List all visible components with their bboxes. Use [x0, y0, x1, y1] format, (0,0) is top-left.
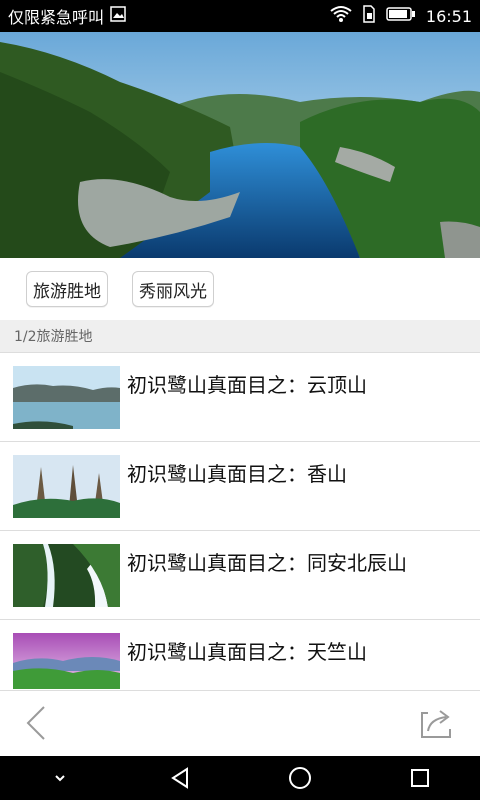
tab-label: 秀丽风光 [139, 281, 207, 302]
back-arrow-icon[interactable] [18, 703, 58, 743]
section-header: 1/2旅游胜地 [0, 320, 480, 352]
wifi-icon [330, 5, 352, 27]
attractions-list: 初识鹭山真面目之：云顶山 初识鹭山真面目之：香山 初识鹭山真面目之：同安北辰山 … [0, 352, 480, 689]
thumbnail-image [13, 366, 120, 429]
hero-image [0, 32, 480, 258]
thumbnail-image [13, 544, 120, 607]
thumbnail-image [13, 455, 120, 518]
list-item-title: 初识鹭山真面目之：天竺山 [127, 640, 367, 664]
recent-square-icon[interactable] [400, 758, 440, 798]
status-right: 16:51 [330, 5, 472, 27]
section-header-text: 1/2旅游胜地 [14, 329, 93, 345]
tab-scenery[interactable]: 秀丽风光 [132, 271, 214, 307]
list-item-title: 初识鹭山真面目之：香山 [127, 462, 347, 486]
list-item-title: 初识鹭山真面目之：云顶山 [127, 373, 367, 397]
list-item[interactable]: 初识鹭山真面目之：云顶山 [0, 352, 480, 441]
list-item[interactable]: 初识鹭山真面目之：天竺山 [0, 619, 480, 689]
home-circle-icon[interactable] [280, 758, 320, 798]
status-left: 仅限紧急呼叫 [8, 4, 126, 28]
photo-icon [110, 6, 126, 26]
thumbnail-image [13, 633, 120, 689]
system-navigation-bar [0, 756, 480, 800]
status-time: 16:51 [425, 6, 472, 26]
tab-travel-spots[interactable]: 旅游胜地 [26, 271, 108, 307]
battery-icon [386, 6, 416, 26]
emergency-call-text: 仅限紧急呼叫 [8, 8, 105, 27]
chevron-down-icon[interactable] [40, 758, 80, 798]
status-bar: 仅限紧急呼叫 16:51 [0, 0, 480, 32]
share-icon[interactable] [416, 703, 456, 743]
back-triangle-icon[interactable] [160, 758, 200, 798]
list-item[interactable]: 初识鹭山真面目之：同安北辰山 [0, 530, 480, 619]
list-item-title: 初识鹭山真面目之：同安北辰山 [127, 551, 407, 575]
category-tabs: 旅游胜地 秀丽风光 [0, 258, 480, 320]
list-item[interactable]: 初识鹭山真面目之：香山 [0, 441, 480, 530]
tab-label: 旅游胜地 [33, 281, 101, 302]
sim-icon [362, 5, 376, 27]
bottom-action-bar [0, 690, 480, 756]
